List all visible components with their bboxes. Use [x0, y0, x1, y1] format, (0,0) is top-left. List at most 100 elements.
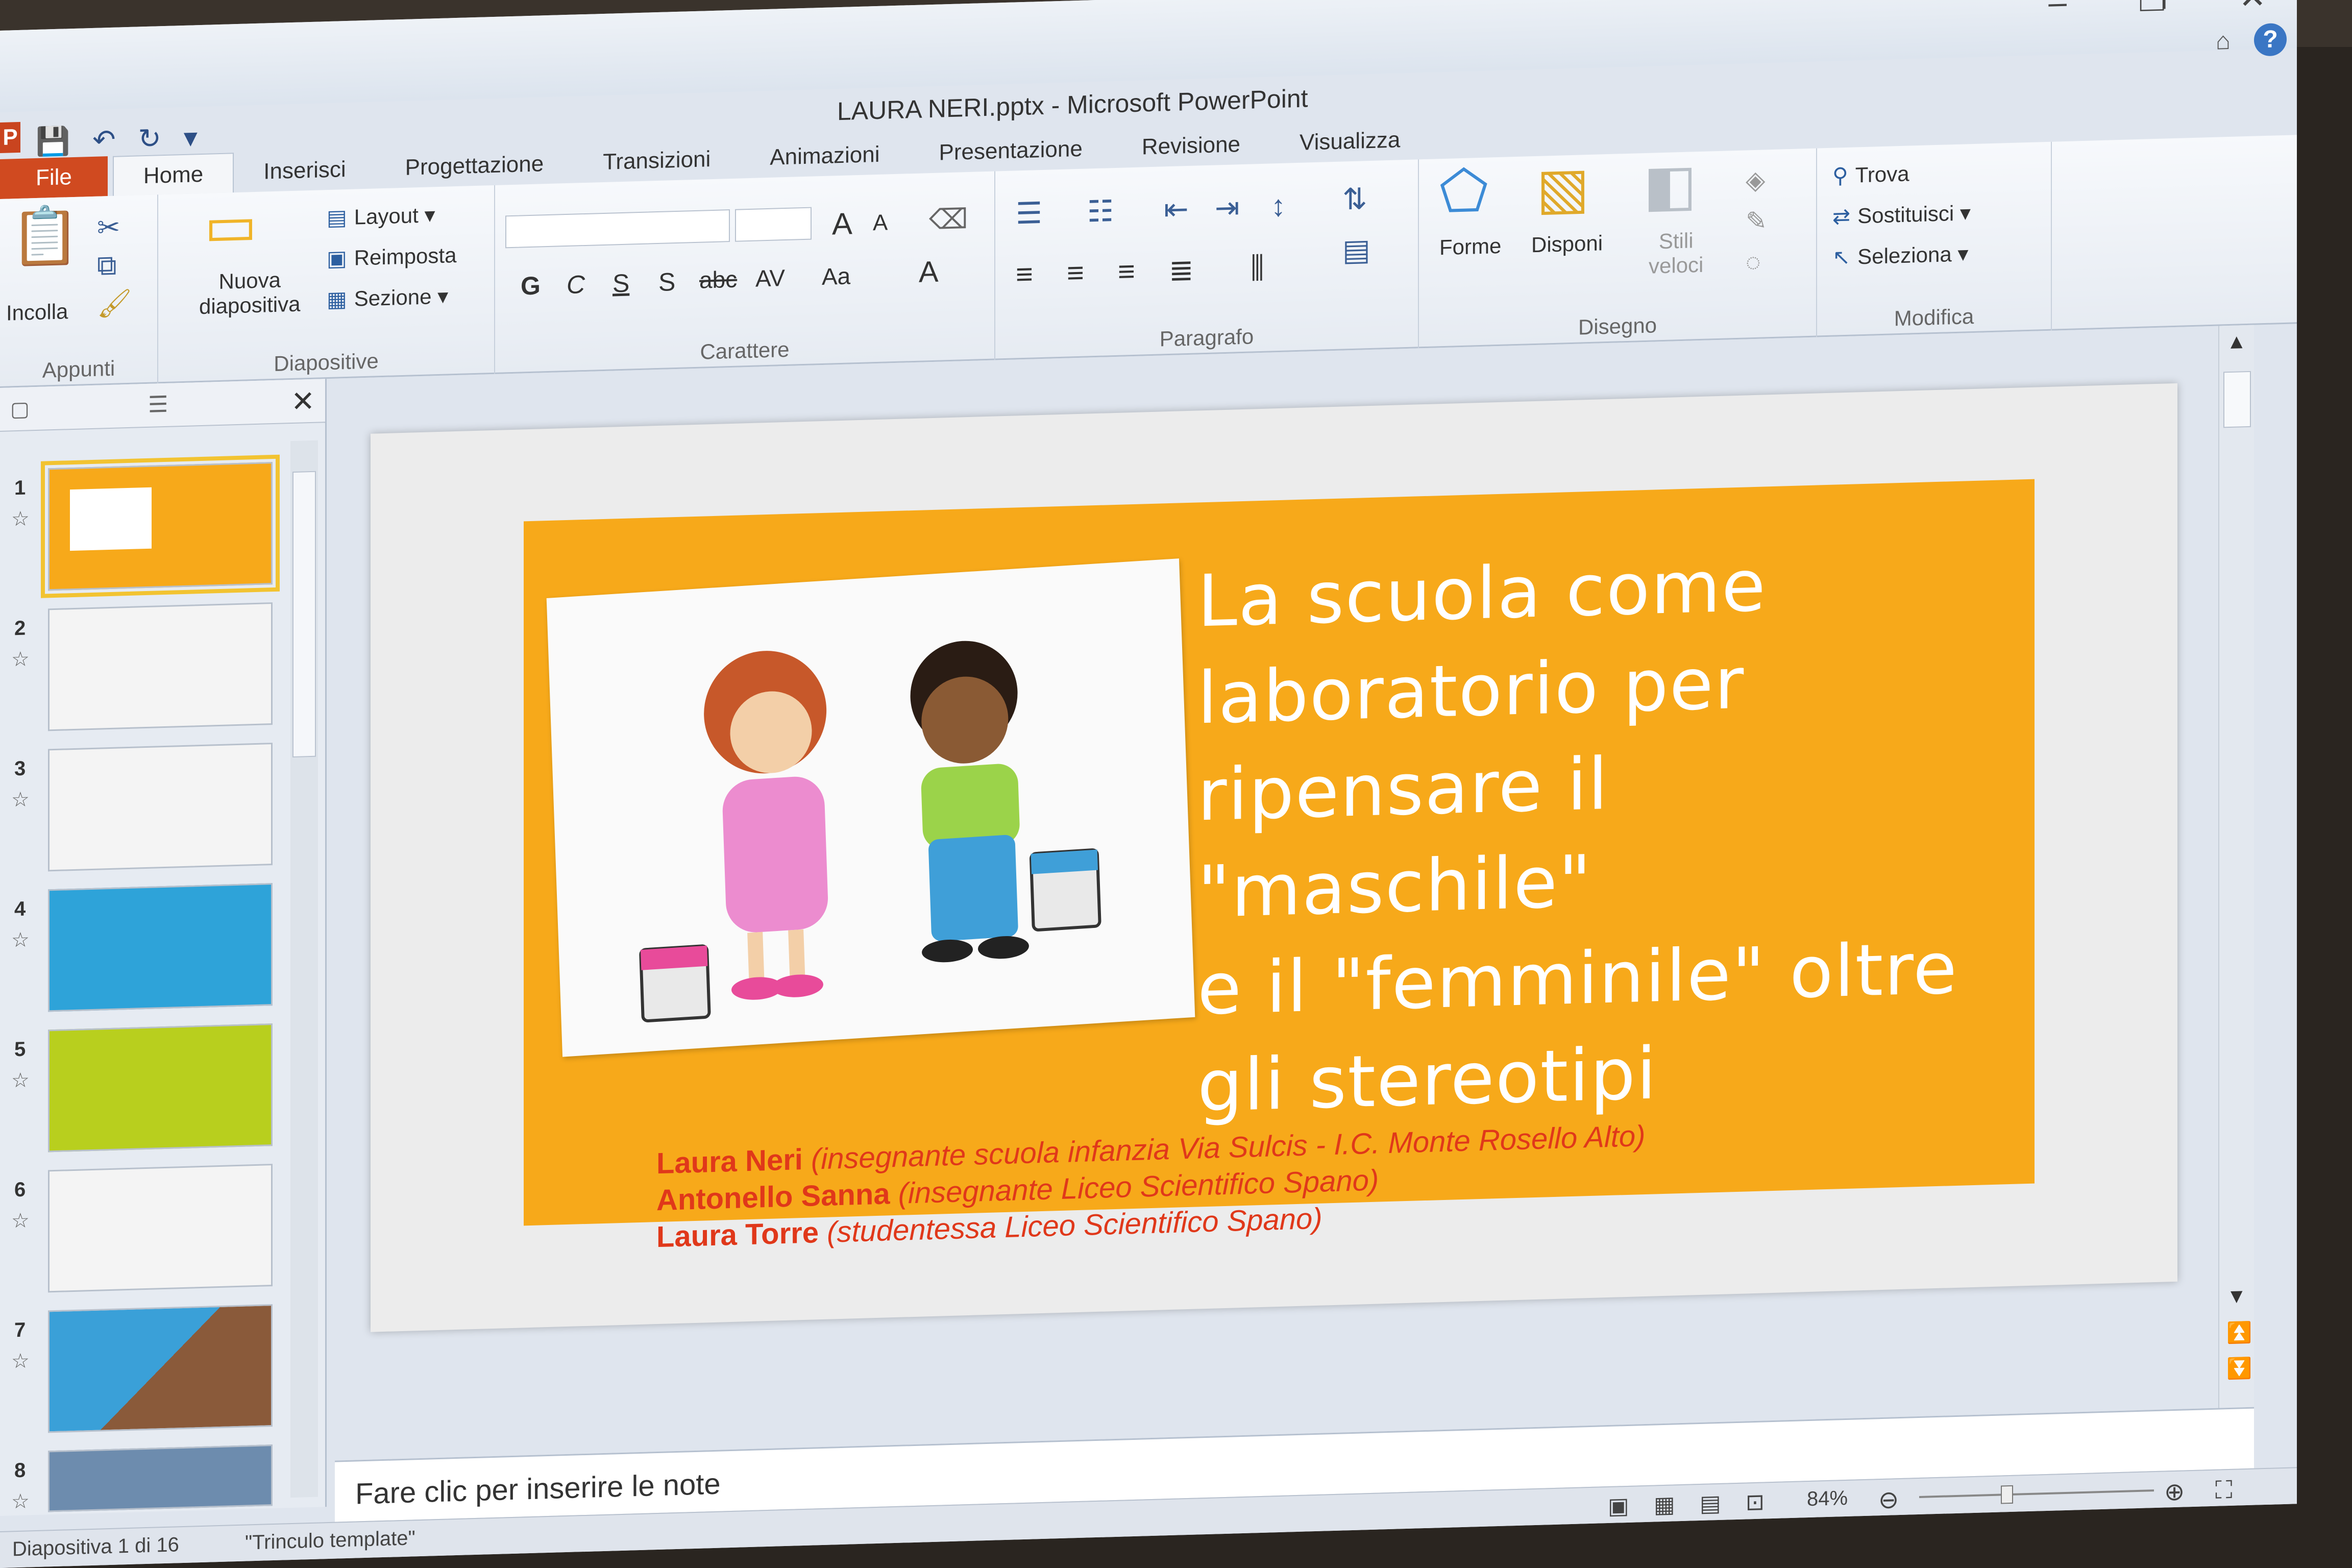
save-icon[interactable]: 💾: [36, 126, 70, 157]
editor-scrollbar[interactable]: ▲ ▼ ⏫ ⏬: [2218, 325, 2254, 1408]
quick-styles-button[interactable]: Stili veloci: [1649, 228, 1703, 279]
decrease-indent-icon[interactable]: ⇤: [1164, 191, 1189, 227]
zoom-out-icon[interactable]: ⊖: [1878, 1485, 1899, 1514]
font-name-field[interactable]: [505, 209, 730, 249]
tab-progettazione[interactable]: Progettazione: [376, 143, 574, 189]
change-case-button[interactable]: Aa: [822, 262, 850, 290]
replace-button[interactable]: ⇄ Sostituisci ▾: [1832, 200, 1971, 229]
clear-format-icon[interactable]: ⌫: [929, 203, 968, 236]
slides-tab-icon[interactable]: ▢: [10, 397, 30, 421]
line-spacing-icon[interactable]: ↕: [1271, 189, 1286, 224]
font-size-field[interactable]: [735, 207, 812, 242]
previous-slide-icon[interactable]: ⏫: [2226, 1320, 2252, 1345]
section-icon: ▦: [327, 287, 347, 312]
redo-icon[interactable]: ↻: [138, 123, 161, 154]
increase-indent-icon[interactable]: ⇥: [1215, 190, 1240, 225]
shape-outline-icon[interactable]: ✎: [1746, 206, 1767, 236]
character-spacing-button[interactable]: AV: [755, 264, 785, 292]
paste-icon[interactable]: 📋: [10, 204, 80, 268]
slideshow-icon[interactable]: ⊡: [1746, 1489, 1765, 1515]
font-color-icon[interactable]: A: [919, 255, 939, 289]
slide-thumbnail-1[interactable]: [41, 454, 280, 599]
ribbon-minimize-icon[interactable]: ⌂: [2216, 27, 2231, 56]
customize-qat-icon[interactable]: ▾: [184, 122, 198, 153]
minimize-icon[interactable]: –: [2048, 0, 2067, 22]
restore-icon[interactable]: ❐: [2138, 0, 2167, 19]
slide-title[interactable]: La scuola come laboratorio per ripensare…: [1197, 531, 2014, 1136]
slide-thumbnail-3[interactable]: [48, 743, 273, 872]
strikethrough-button[interactable]: abc: [699, 265, 737, 294]
paste-button[interactable]: Incolla: [6, 299, 68, 325]
grow-font-button[interactable]: A: [832, 206, 852, 241]
find-button[interactable]: ⚲ Trova: [1832, 161, 1909, 188]
tab-home[interactable]: Home: [112, 153, 234, 196]
italic-button[interactable]: C: [567, 270, 585, 300]
slides-pane-scroll-thumb[interactable]: [292, 471, 316, 757]
underline-button[interactable]: S: [612, 268, 629, 299]
text-direction-icon[interactable]: ⇅: [1342, 181, 1367, 216]
bullets-icon[interactable]: ☰: [1016, 195, 1042, 231]
layout-button[interactable]: ▤ Layout ▾: [327, 202, 435, 230]
shapes-button[interactable]: Forme: [1439, 234, 1501, 260]
slide-canvas[interactable]: La scuola come laboratorio per ripensare…: [371, 383, 2177, 1332]
tab-inserisci[interactable]: Inserisci: [234, 149, 375, 192]
fit-to-window-icon[interactable]: ⛶: [2215, 1476, 2233, 1505]
slide-thumbnail-8[interactable]: [48, 1444, 273, 1512]
slide-sorter-icon[interactable]: ▦: [1654, 1491, 1675, 1518]
slides-pane-scrollbar[interactable]: [290, 440, 318, 1498]
tab-transizioni[interactable]: Transizioni: [573, 138, 740, 183]
outline-tab-icon[interactable]: ☰: [148, 391, 168, 418]
tab-file[interactable]: File: [0, 156, 108, 199]
shape-fill-icon[interactable]: ◈: [1746, 165, 1765, 195]
shadow-button[interactable]: S: [658, 267, 675, 297]
section-button[interactable]: ▦ Sezione ▾: [327, 283, 448, 312]
slide-thumbnail-4[interactable]: [48, 883, 273, 1012]
justify-icon[interactable]: ≣: [1169, 253, 1194, 288]
select-button[interactable]: ↖ Seleziona ▾: [1832, 241, 1968, 270]
shrink-font-button[interactable]: A: [873, 210, 888, 236]
tab-presentazione[interactable]: Presentazione: [910, 128, 1112, 174]
align-center-icon[interactable]: ≡: [1067, 256, 1084, 290]
tab-animazioni[interactable]: Animazioni: [740, 134, 909, 178]
columns-icon[interactable]: ⫼: [1251, 251, 1264, 286]
format-painter-icon[interactable]: 🖌: [97, 287, 132, 321]
align-left-icon[interactable]: ≡: [1016, 257, 1033, 291]
slide-thumbnail-7[interactable]: [48, 1304, 273, 1433]
normal-view-icon[interactable]: ▣: [1608, 1493, 1629, 1520]
shapes-icon[interactable]: ⬠: [1439, 159, 1488, 224]
next-slide-icon[interactable]: ⏬: [2226, 1356, 2252, 1381]
quick-styles-icon[interactable]: ◧: [1644, 153, 1697, 217]
zoom-in-icon[interactable]: ⊕: [2164, 1477, 2185, 1506]
numbering-icon[interactable]: ☷: [1087, 193, 1114, 229]
scroll-down-icon[interactable]: ▼: [2226, 1285, 2247, 1308]
arrange-icon[interactable]: ▧: [1536, 156, 1589, 220]
slide-thumbnail-2[interactable]: [48, 602, 273, 731]
new-slide-icon[interactable]: ▭: [204, 193, 257, 258]
copy-icon[interactable]: ⧉: [97, 250, 117, 282]
select-icon: ↖: [1832, 244, 1851, 270]
children-painting-illustration[interactable]: [546, 558, 1195, 1057]
reset-button[interactable]: ▣ Reimposta: [327, 242, 456, 271]
reading-view-icon[interactable]: ▤: [1700, 1490, 1721, 1517]
align-right-icon[interactable]: ≡: [1118, 254, 1135, 289]
help-icon[interactable]: ?: [2254, 22, 2287, 57]
close-icon[interactable]: ✕: [2239, 0, 2266, 16]
cut-icon[interactable]: ✂: [97, 211, 120, 243]
scroll-up-icon[interactable]: ▲: [2226, 330, 2247, 354]
slide-thumbnail-5[interactable]: [48, 1023, 273, 1153]
bold-button[interactable]: G: [521, 271, 541, 301]
zoom-level[interactable]: 84%: [1807, 1487, 1848, 1511]
close-pane-icon[interactable]: ✕: [291, 384, 315, 419]
align-text-icon[interactable]: ▤: [1342, 232, 1370, 268]
tab-revisione[interactable]: Revisione: [1112, 124, 1270, 168]
powerpoint-app-icon[interactable]: P: [0, 121, 20, 153]
zoom-slider[interactable]: [1919, 1489, 2154, 1498]
editor-scroll-thumb[interactable]: [2223, 371, 2251, 428]
new-slide-button[interactable]: Nuova diapositiva: [199, 267, 300, 320]
slide-thumbnail-6[interactable]: [48, 1164, 273, 1293]
zoom-slider-thumb[interactable]: [2001, 1485, 2013, 1504]
undo-icon[interactable]: ↶: [92, 125, 115, 156]
tab-visualizza[interactable]: Visualizza: [1270, 119, 1430, 164]
shape-effects-icon[interactable]: ◌: [1746, 247, 1761, 277]
arrange-button[interactable]: Disponi: [1531, 231, 1603, 257]
